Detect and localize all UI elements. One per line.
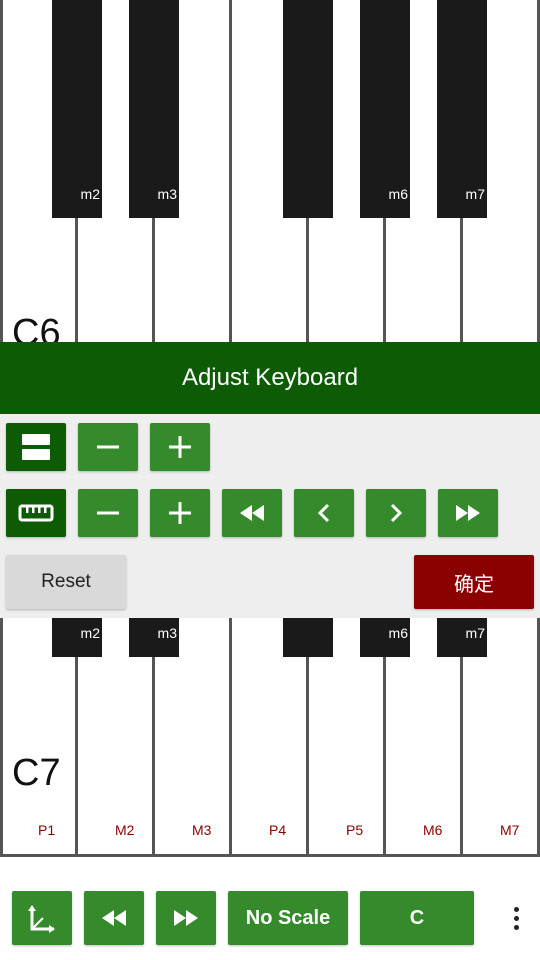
plus-icon: [168, 435, 192, 459]
black-key-a-sharp[interactable]: m7: [437, 618, 487, 657]
axes-icon: [27, 903, 57, 933]
black-key-d-sharp[interactable]: m3: [129, 0, 179, 218]
key-width-decrease-button[interactable]: [78, 489, 138, 537]
black-key-d-sharp[interactable]: m3: [129, 618, 179, 657]
black-key-c-sharp[interactable]: m2: [52, 0, 102, 218]
interval-label: P4: [269, 822, 287, 838]
black-key-label: m2: [80, 625, 100, 641]
key-divider: [229, 618, 232, 854]
rows-layout-icon: [21, 432, 51, 462]
row-height-decrease-button[interactable]: [78, 423, 138, 471]
fast-forward-button[interactable]: [156, 891, 216, 945]
rewind-icon: [100, 908, 128, 928]
minus-icon: [96, 435, 120, 459]
fast-forward-icon: [172, 908, 200, 928]
key-width-increase-button[interactable]: [150, 489, 210, 537]
octave-label: C6: [12, 312, 61, 342]
rewind-button[interactable]: [84, 891, 144, 945]
interval-label: M2: [115, 822, 135, 838]
key-select-button[interactable]: C: [360, 891, 474, 945]
black-key-label: m6: [388, 625, 408, 641]
key-divider: [0, 0, 3, 342]
key-width-button[interactable]: [6, 489, 66, 537]
fast-forward-icon: [454, 503, 482, 523]
scale-select-button[interactable]: No Scale: [228, 891, 348, 945]
octave-label: C7: [12, 752, 61, 794]
panel-title: Adjust Keyboard: [0, 342, 540, 414]
black-key-label: m2: [80, 186, 100, 202]
black-key-label: m7: [465, 625, 485, 641]
axes-button[interactable]: [12, 891, 72, 945]
keyboard-bottom: m2 m3 m6 m7 C7 P1 M2 M3 P4 P5 M6 M7: [0, 618, 540, 857]
key-divider: [229, 0, 232, 342]
black-key-label: m6: [388, 186, 408, 202]
black-key-label: m3: [157, 186, 177, 202]
chevron-left-icon: [317, 503, 331, 523]
scroll-right-button[interactable]: [366, 489, 426, 537]
key-divider: [0, 618, 3, 854]
scroll-left-button[interactable]: [294, 489, 354, 537]
interval-label: M3: [192, 822, 212, 838]
rows-layout-button[interactable]: [6, 423, 66, 471]
black-key-c-sharp[interactable]: m2: [52, 618, 102, 657]
interval-label: P1: [38, 822, 56, 838]
black-key-label: m7: [465, 186, 485, 202]
rewind-icon: [238, 503, 266, 523]
black-key-label: m3: [157, 625, 177, 641]
scroll-far-left-button[interactable]: [222, 489, 282, 537]
black-key-f-sharp[interactable]: [283, 618, 333, 657]
reset-button[interactable]: Reset: [6, 555, 126, 609]
keyboard-top: m2 m3 m6 m7 C6: [0, 0, 540, 342]
confirm-button[interactable]: 确定: [414, 555, 534, 609]
plus-icon: [168, 501, 192, 525]
interval-label: M7: [500, 822, 520, 838]
bottom-toolbar: No Scale C: [0, 857, 540, 960]
adjust-keyboard-panel: Adjust Keyboard Reset 确定: [0, 342, 540, 618]
interval-label: P5: [346, 822, 364, 838]
black-key-a-sharp[interactable]: m7: [437, 0, 487, 218]
scroll-far-right-button[interactable]: [438, 489, 498, 537]
black-key-g-sharp[interactable]: m6: [360, 618, 410, 657]
black-key-f-sharp[interactable]: [283, 0, 333, 218]
interval-label: M6: [423, 822, 443, 838]
black-key-g-sharp[interactable]: m6: [360, 0, 410, 218]
row-height-increase-button[interactable]: [150, 423, 210, 471]
ruler-icon: [18, 501, 54, 525]
minus-icon: [96, 501, 120, 525]
more-vert-icon[interactable]: [500, 891, 532, 945]
chevron-right-icon: [389, 503, 403, 523]
